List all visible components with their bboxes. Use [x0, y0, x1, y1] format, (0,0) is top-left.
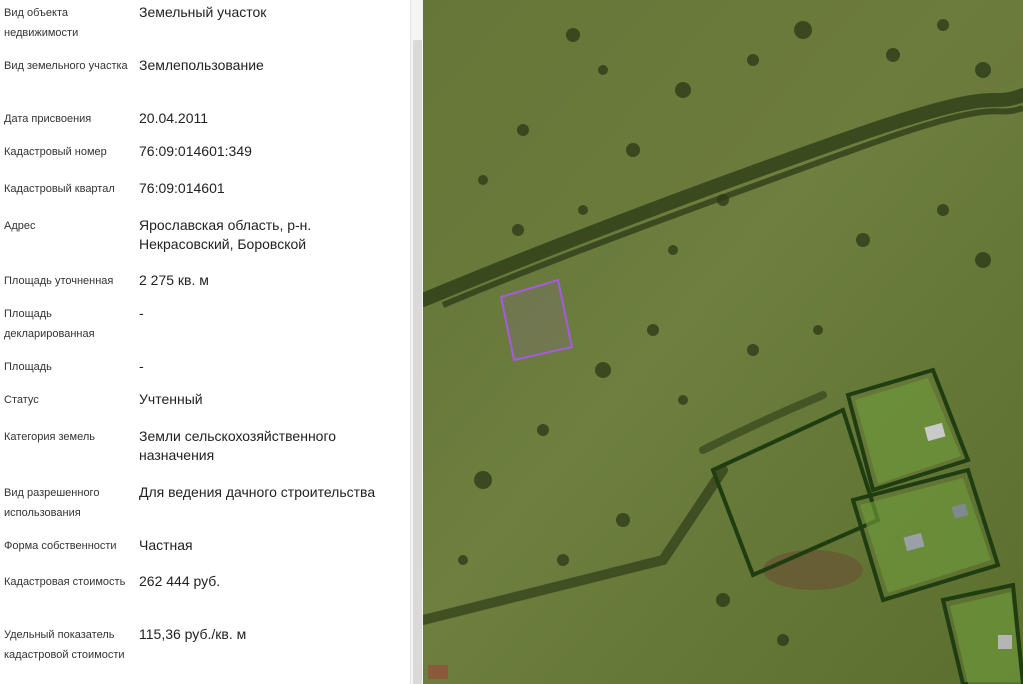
satellite-map[interactable]: [423, 0, 1023, 684]
panel-scrollbar[interactable]: [410, 0, 423, 684]
value-area-declared: -: [139, 305, 144, 321]
label-permitted-use: Вид разрешенного использования: [4, 487, 100, 519]
label-object-type: Вид объекта недвижимости: [4, 7, 79, 39]
label-cadastral-quarter: Кадастровый квартал: [4, 183, 115, 195]
value-area: -: [139, 358, 144, 374]
value-land-type: Землепользование: [139, 57, 264, 73]
value-area-specified: 2 275 кв. м: [139, 272, 209, 288]
property-info-panel: Вид объекта недвижимости Земельный участ…: [0, 0, 410, 684]
label-cadastral-number: Кадастровый номер: [4, 146, 107, 158]
label-address: Адрес: [4, 220, 36, 232]
value-address: Ярославская область, р-н. Некрасовский, …: [139, 217, 312, 252]
value-cadastral-quarter: 76:09:014601: [139, 180, 225, 196]
value-cadastral-value: 262 444 руб.: [139, 573, 221, 589]
label-area: Площадь: [4, 361, 52, 373]
label-cadastral-value: Кадастровая стоимость: [4, 576, 126, 588]
value-cadastral-number: 76:09:014601:349: [139, 143, 252, 159]
label-ownership: Форма собственности: [4, 540, 117, 552]
value-status: Учтенный: [139, 391, 203, 407]
label-status: Статус: [4, 394, 39, 406]
label-area-specified: Площадь уточненная: [4, 275, 114, 287]
satellite-image: [423, 0, 1023, 684]
value-permitted-use: Для ведения дачного строительства: [139, 484, 376, 500]
bare-soil-patch: [763, 550, 863, 590]
value-unit-value: 115,36 руб./кв. м: [139, 626, 247, 642]
label-land-type: Вид земельного участка: [4, 60, 128, 72]
value-object-type: Земельный участок: [139, 4, 267, 20]
label-unit-value: Удельный показатель кадастровой стоимост…: [4, 629, 125, 661]
value-assign-date: 20.04.2011: [139, 110, 209, 126]
label-assign-date: Дата присвоения: [4, 113, 92, 125]
label-land-category: Категория земель: [4, 431, 95, 443]
label-area-declared: Площадь декларированная: [4, 308, 95, 340]
value-land-category: Земли сельскохозяйственного назначения: [139, 428, 337, 463]
scrollbar-thumb[interactable]: [413, 40, 422, 684]
value-ownership: Частная: [139, 537, 193, 553]
